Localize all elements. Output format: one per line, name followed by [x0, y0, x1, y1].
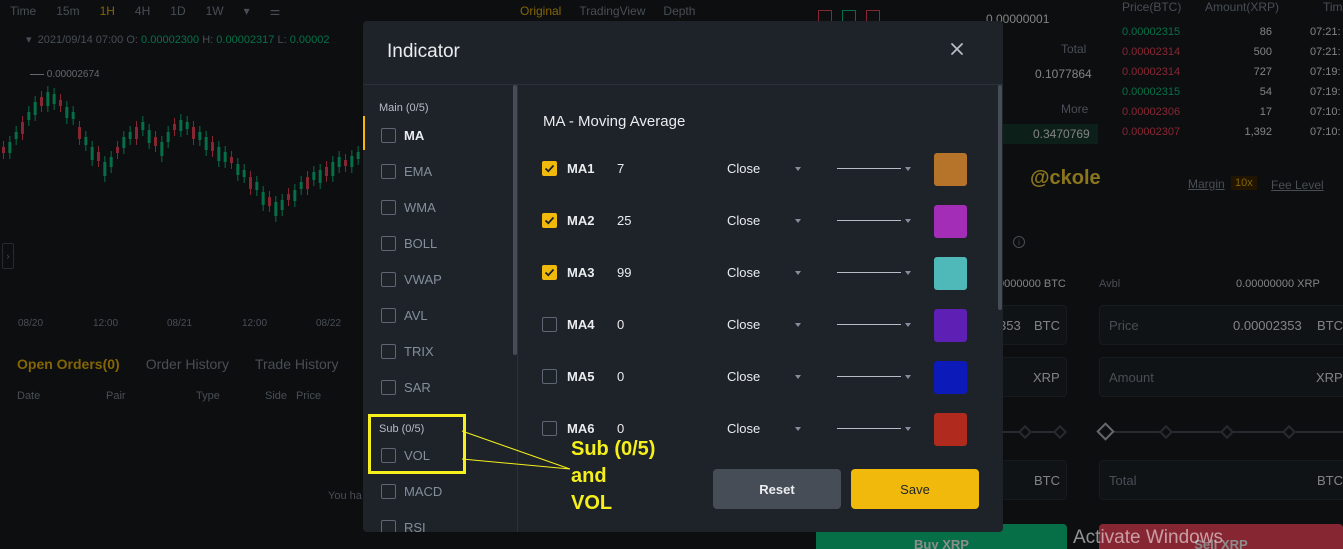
- save-button[interactable]: Save: [851, 469, 979, 509]
- modal-title: Indicator: [387, 41, 460, 62]
- indicator-item-label: SAR: [404, 379, 431, 395]
- chevron-down-icon[interactable]: [795, 219, 801, 223]
- chevron-down-icon[interactable]: [905, 427, 911, 431]
- check-icon: [544, 216, 555, 225]
- annotation-text: Sub (0/5) and VOL: [571, 436, 655, 517]
- indicator-item-ma[interactable]: MA: [381, 125, 424, 145]
- ma-checkbox[interactable]: [542, 161, 557, 176]
- chevron-down-icon[interactable]: [795, 167, 801, 171]
- checkbox[interactable]: [381, 163, 396, 179]
- ma-name: MA5: [567, 369, 595, 384]
- ma-row: MA1 7 Close: [542, 152, 968, 186]
- color-swatch[interactable]: [934, 309, 967, 342]
- chevron-down-icon[interactable]: [905, 271, 911, 275]
- chevron-down-icon[interactable]: [905, 167, 911, 171]
- indicator-item-ema[interactable]: EMA: [381, 161, 432, 181]
- color-swatch[interactable]: [934, 361, 967, 394]
- checkbox[interactable]: [381, 271, 396, 287]
- annotation-line: VOL: [571, 492, 613, 514]
- indicator-item-label: WMA: [404, 199, 436, 215]
- detail-scrollbar[interactable]: [998, 85, 1002, 310]
- indicator-list-scrollbar[interactable]: [513, 85, 517, 355]
- indicator-item-trix[interactable]: TRIX: [381, 341, 434, 361]
- checkbox[interactable]: [381, 307, 396, 323]
- annotation-line: Sub (0/5): [571, 438, 656, 460]
- indicator-item-label: MA: [404, 127, 425, 143]
- selected-indicator-bar: [363, 116, 365, 150]
- line-style-select[interactable]: [837, 272, 901, 273]
- ma-checkbox[interactable]: [542, 265, 557, 280]
- main-section-label: Main (0/5): [379, 102, 429, 114]
- reset-button[interactable]: Reset: [713, 469, 841, 509]
- line-style-select[interactable]: [837, 376, 901, 377]
- chevron-down-icon[interactable]: [795, 375, 801, 379]
- indicator-item-label: EMA: [404, 163, 433, 179]
- ma-period-input[interactable]: 7: [617, 161, 624, 176]
- ma-name: MA1: [567, 161, 595, 176]
- annotation-line: and: [571, 465, 607, 487]
- ma-period-input[interactable]: 0: [617, 369, 624, 384]
- ma-row: MA3 99 Close: [542, 256, 968, 290]
- ma-row: MA4 0 Close: [542, 308, 968, 342]
- indicator-item-avl[interactable]: AVL: [381, 305, 428, 325]
- ma-source-select[interactable]: Close: [727, 213, 760, 228]
- indicator-item-vwap[interactable]: VWAP: [381, 269, 442, 289]
- line-style-select[interactable]: [837, 168, 901, 169]
- detail-title: MA - Moving Average: [543, 113, 686, 130]
- ma-source-select[interactable]: Close: [727, 369, 760, 384]
- checkbox[interactable]: [381, 127, 396, 143]
- ma-period-input[interactable]: 0: [617, 421, 624, 436]
- chevron-down-icon[interactable]: [905, 375, 911, 379]
- ma-period-input[interactable]: 99: [617, 265, 631, 280]
- line-style-select[interactable]: [837, 324, 901, 325]
- chevron-down-icon[interactable]: [905, 323, 911, 327]
- indicator-item-label: BOLL: [404, 235, 438, 251]
- color-swatch[interactable]: [934, 205, 967, 238]
- color-swatch[interactable]: [934, 153, 967, 186]
- ma-name: MA3: [567, 265, 595, 280]
- indicator-item-label: RSI: [404, 519, 426, 533]
- checkbox[interactable]: [381, 519, 396, 532]
- indicator-item-label: VWAP: [404, 271, 442, 287]
- chevron-down-icon[interactable]: [795, 323, 801, 327]
- ma-source-select[interactable]: Close: [727, 317, 760, 332]
- checkbox[interactable]: [381, 483, 396, 499]
- indicator-item-label: TRIX: [404, 343, 434, 359]
- indicator-item-macd[interactable]: MACD: [381, 481, 442, 501]
- checkbox[interactable]: [381, 343, 396, 359]
- chevron-down-icon[interactable]: [905, 219, 911, 223]
- indicator-item-label: AVL: [404, 307, 428, 323]
- annotation-pointer: [461, 430, 571, 470]
- ma-period-input[interactable]: 0: [617, 317, 624, 332]
- check-icon: [544, 268, 555, 277]
- indicator-item-boll[interactable]: BOLL: [381, 233, 437, 253]
- check-icon: [544, 164, 555, 173]
- ma-period-input[interactable]: 25: [617, 213, 631, 228]
- ma-checkbox[interactable]: [542, 213, 557, 228]
- checkbox[interactable]: [381, 379, 396, 395]
- line-style-select[interactable]: [837, 220, 901, 221]
- close-icon[interactable]: [949, 41, 965, 57]
- checkbox[interactable]: [381, 235, 396, 251]
- line-style-select[interactable]: [837, 428, 901, 429]
- chevron-down-icon[interactable]: [795, 271, 801, 275]
- ma-name: MA4: [567, 317, 595, 332]
- ma-checkbox[interactable]: [542, 369, 557, 384]
- ma-row: MA5 0 Close: [542, 360, 968, 394]
- indicator-item-label: MACD: [404, 483, 443, 499]
- ma-source-select[interactable]: Close: [727, 265, 760, 280]
- ma-source-select[interactable]: Close: [727, 161, 760, 176]
- color-swatch[interactable]: [934, 257, 967, 290]
- ma-source-select[interactable]: Close: [727, 421, 760, 436]
- chevron-down-icon[interactable]: [795, 427, 801, 431]
- indicator-item-sar[interactable]: SAR: [381, 377, 431, 397]
- indicator-item-rsi[interactable]: RSI: [381, 517, 426, 532]
- ma-checkbox[interactable]: [542, 317, 557, 332]
- ma-name: MA2: [567, 213, 595, 228]
- indicator-item-wma[interactable]: WMA: [381, 197, 436, 217]
- color-swatch[interactable]: [934, 413, 967, 446]
- checkbox[interactable]: [381, 199, 396, 215]
- ma-row: MA2 25 Close: [542, 204, 968, 238]
- activate-windows-watermark: Activate Windows: [1073, 527, 1223, 548]
